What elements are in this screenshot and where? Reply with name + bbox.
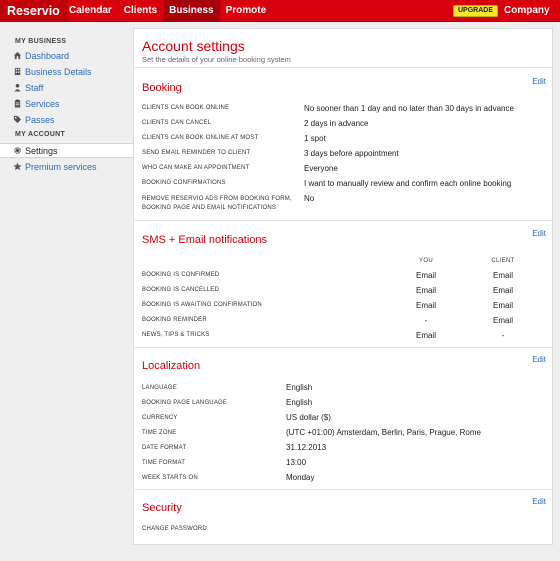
sidebar-item-label: Staff	[25, 83, 44, 93]
booking-row-value: Everyone	[304, 164, 338, 173]
sidebar-item-label: Services	[25, 99, 60, 109]
notification-client-value: -	[501, 331, 505, 340]
notifications-edit-link[interactable]: Edit	[532, 229, 546, 238]
notification-row-label: BOOKING IS AWAITING CONFIRMATION	[142, 302, 262, 308]
column-header-client: CLIENT	[491, 258, 515, 264]
section-divider	[134, 220, 552, 221]
sidebar-item-label: Premium services	[25, 162, 97, 172]
notification-client-value: Email	[492, 316, 513, 325]
main-nav: Calendar Clients Business Promote	[63, 0, 272, 22]
gear-icon	[14, 147, 21, 154]
localization-row-label: CURRENCY	[142, 415, 178, 421]
notification-you-value: -	[424, 316, 428, 325]
security-section-title: Security	[142, 502, 182, 514]
localization-edit-link[interactable]: Edit	[532, 355, 546, 364]
notification-row-label: BOOKING IS CONFIRMED	[142, 272, 220, 278]
notification-you-value: Email	[415, 286, 436, 295]
booking-row-label: BOOKING CONFIRMATIONS	[142, 180, 226, 186]
reservio-logo[interactable]: Reservio	[0, 0, 68, 22]
star-icon	[13, 162, 22, 171]
column-header-you: YOU	[419, 258, 433, 264]
localization-row-label: WEEK STARTS ON	[142, 475, 198, 481]
upgrade-button[interactable]: UPGRADE	[453, 5, 499, 17]
booking-row-value: 2 days in advance	[304, 119, 369, 128]
tag-icon	[13, 115, 22, 124]
localization-row-label: TIME ZONE	[142, 430, 177, 436]
sidebar-item-settings[interactable]: Settings	[0, 143, 133, 158]
localization-row-value: 31.12.2013	[286, 443, 327, 452]
booking-row-label: CLIENTS CAN CANCEL	[142, 120, 212, 126]
notification-row-label: BOOKING IS CANCELLED	[142, 287, 220, 293]
nav-clients[interactable]: Clients	[118, 0, 163, 22]
sidebar-heading-my-account: MY ACCOUNT	[15, 131, 66, 138]
notification-row-label: BOOKING REMINDER	[142, 317, 207, 323]
booking-row-label: CLIENTS CAN BOOK ONLINE AT MOST	[142, 135, 259, 141]
nav-calendar[interactable]: Calendar	[63, 0, 118, 22]
sidebar-item-label: Passes	[25, 115, 55, 125]
notification-you-value: Email	[415, 301, 436, 310]
booking-row-label: REMOVE RESERVIO ADS FROM BOOKING FORM, B…	[142, 196, 292, 211]
sidebar: MY BUSINESS Dashboard Business Details S…	[0, 23, 133, 561]
booking-row-value: No	[304, 194, 315, 203]
notification-row-label: NEWS, TIPS & TRICKS	[142, 332, 210, 338]
booking-edit-link[interactable]: Edit	[532, 77, 546, 86]
building-icon	[14, 67, 21, 76]
section-divider	[134, 489, 552, 490]
company-menu-label: Company	[504, 5, 550, 16]
booking-row-value: 1 spot	[304, 134, 326, 143]
localization-row-value: English	[286, 383, 313, 392]
sidebar-item-premium-services[interactable]: Premium services	[0, 160, 133, 175]
booking-row-label: CLIENTS CAN BOOK ONLINE	[142, 105, 230, 111]
sidebar-item-label: Settings	[25, 146, 58, 156]
notification-client-value: Email	[492, 301, 513, 310]
sidebar-item-services[interactable]: Services	[0, 97, 133, 112]
localization-row-label: DATE FORMAT	[142, 445, 187, 451]
localization-row-label: BOOKING PAGE LANGUAGE	[142, 400, 228, 406]
booking-row-value: 3 days before appointment	[304, 149, 399, 158]
booking-row-value: No sooner than 1 day and no later than 3…	[304, 104, 514, 113]
person-icon	[14, 83, 21, 92]
localization-row-value: Monday	[286, 473, 315, 482]
notification-client-value: Email	[492, 286, 513, 295]
sidebar-item-label: Dashboard	[25, 51, 70, 61]
change-password-label: CHANGE PASSWORD	[142, 526, 207, 532]
home-icon	[13, 51, 22, 60]
nav-business[interactable]: Business	[163, 0, 220, 22]
notification-you-value: Email	[415, 271, 436, 280]
localization-section-title: Localization	[142, 360, 201, 372]
sidebar-item-passes[interactable]: Passes	[0, 113, 133, 128]
page-subtitle: Set the details of your online booking s…	[142, 55, 291, 64]
booking-section-title: Booking	[142, 82, 182, 94]
notification-you-value: Email	[415, 331, 436, 340]
booking-row-label: WHO CAN MAKE AN APPOINTMENT	[142, 165, 250, 171]
booking-row-value: I want to manually review and confirm ea…	[304, 179, 512, 188]
localization-row-value: 13:00	[286, 458, 307, 467]
localization-row-value: English	[286, 398, 313, 407]
sidebar-heading-my-business: MY BUSINESS	[15, 38, 67, 45]
sidebar-item-staff[interactable]: Staff	[0, 81, 133, 96]
nav-promote[interactable]: Promote	[220, 0, 273, 22]
header-divider	[134, 67, 552, 68]
localization-row-value: (UTC +01:00) Amsterdam, Berlin, Paris, P…	[286, 428, 481, 437]
clipboard-icon	[14, 99, 21, 108]
top-navigation-bar: Reservio Calendar Clients Business Promo…	[0, 0, 560, 35]
section-divider	[134, 347, 552, 348]
sidebar-item-dashboard[interactable]: Dashboard	[0, 49, 133, 64]
sidebar-item-business-details[interactable]: Business Details	[0, 65, 133, 80]
localization-row-label: TIME FORMAT	[142, 460, 186, 466]
account-settings-panel: Account settings Set the details of your…	[133, 28, 553, 545]
booking-row-label: SEND EMAIL REMINDER TO CLIENT	[142, 150, 251, 156]
sidebar-item-label: Business Details	[25, 67, 92, 77]
page-title: Account settings	[142, 38, 245, 54]
notifications-section-title: SMS + Email notifications	[142, 234, 268, 246]
notification-client-value: Email	[492, 271, 513, 280]
security-edit-link[interactable]: Edit	[532, 497, 546, 506]
localization-row-value: US dollar ($)	[286, 413, 331, 422]
localization-row-label: LANGUAGE	[142, 385, 177, 391]
